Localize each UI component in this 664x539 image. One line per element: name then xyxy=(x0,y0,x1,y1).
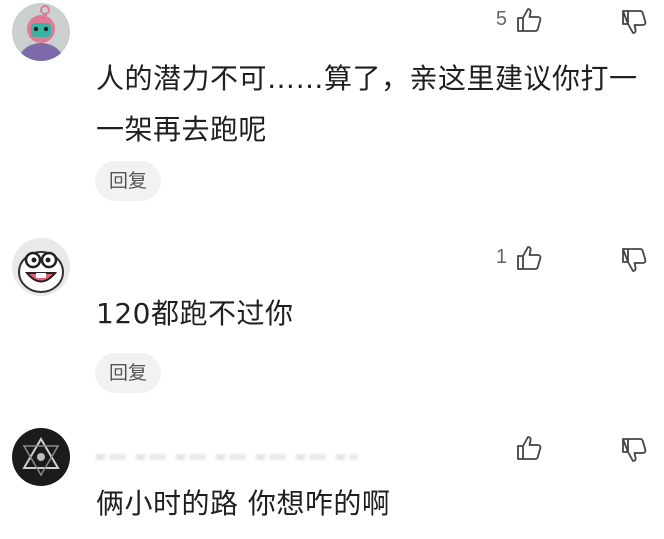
reply-button[interactable]: 回复 xyxy=(95,353,161,393)
user-avatar[interactable] xyxy=(12,428,70,486)
comment-text: 俩小时的路 你想咋的啊 xyxy=(96,478,646,529)
user-avatar[interactable] xyxy=(12,3,70,61)
thumbs-up-icon[interactable] xyxy=(515,6,543,34)
comment-text: 人的潜力不可……算了，亲这里建议你打一 一架再去跑呢 xyxy=(96,53,646,155)
thumbs-down-icon[interactable] xyxy=(620,246,648,274)
avatar-pink-character-icon xyxy=(12,3,70,61)
username-placeholder xyxy=(96,454,358,460)
comment-actions: 1 xyxy=(444,238,664,274)
user-avatar[interactable] xyxy=(12,238,70,296)
comment-text-line: 俩小时的路 你想咋的啊 xyxy=(96,487,391,520)
thumbs-up-icon[interactable] xyxy=(515,244,543,272)
thumbs-down-icon[interactable] xyxy=(620,8,648,36)
comment-text: 120都跑不过你 xyxy=(96,288,646,339)
comment-actions: 5 xyxy=(444,0,664,36)
like-count: 5 xyxy=(495,8,507,30)
comment-text-line: 人的潜力不可……算了，亲这里建议你打一 xyxy=(96,62,638,95)
comment-text-line: 120都跑不过你 xyxy=(96,297,294,330)
avatar-geometric-logo-icon xyxy=(12,428,70,486)
reply-button[interactable]: 回复 xyxy=(95,161,161,201)
comment-text-line: 一架再去跑呢 xyxy=(96,113,268,146)
like-count: 1 xyxy=(495,246,507,268)
thumbs-down-icon[interactable] xyxy=(620,436,648,464)
comment-actions xyxy=(444,428,664,464)
thumbs-up-icon[interactable] xyxy=(515,434,543,462)
avatar-cartoon-face-icon xyxy=(12,238,70,296)
